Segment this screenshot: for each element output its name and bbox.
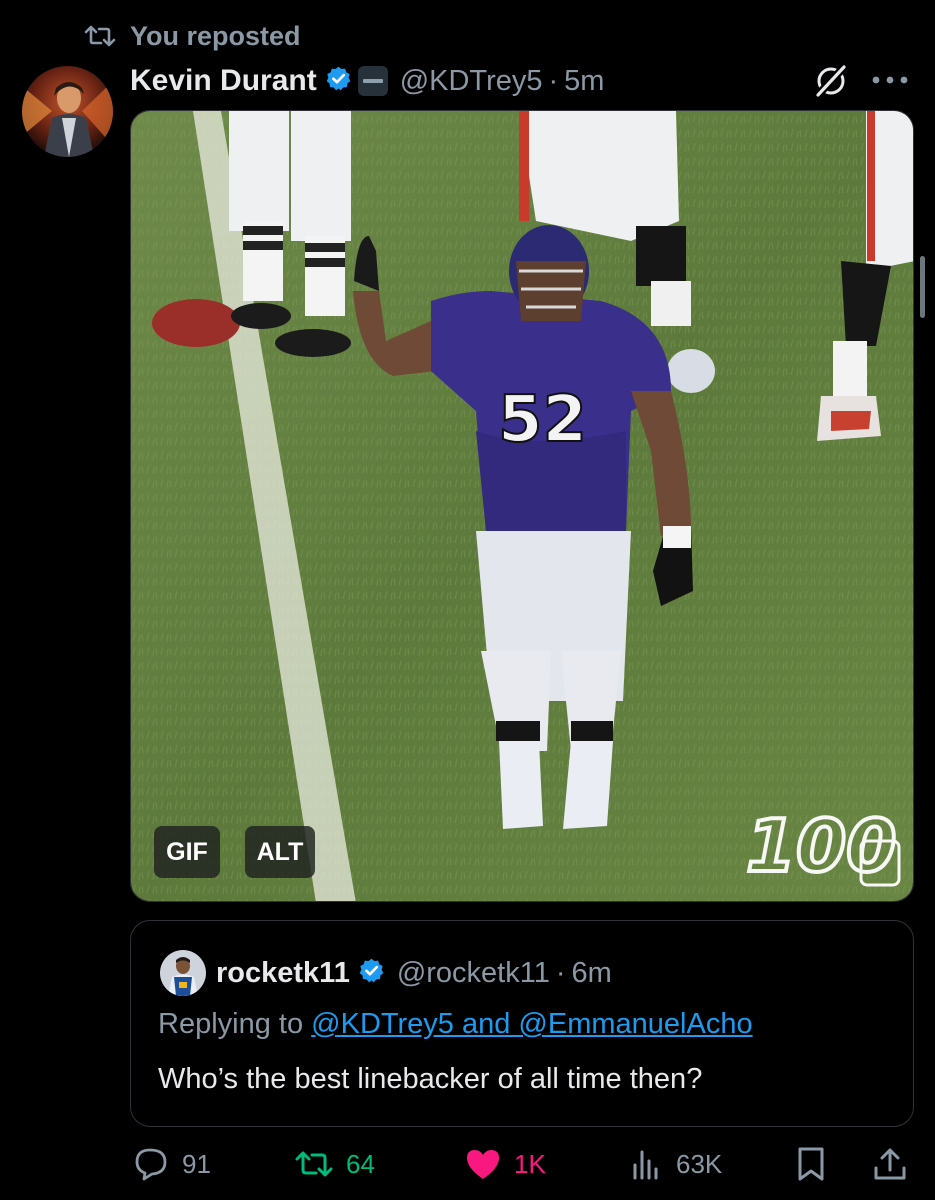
scrollbar-thumb[interactable] — [920, 256, 925, 318]
quoted-author-name[interactable]: rocketk11 — [216, 957, 350, 990]
replying-prefix: Replying to — [158, 1008, 312, 1040]
quoted-post-text: Who’s the best linebacker of all time th… — [158, 1063, 703, 1095]
post-media-gif[interactable]: 52 100 — [130, 110, 914, 902]
like-count: 1K — [514, 1148, 546, 1179]
reply-button[interactable]: 91 — [134, 1140, 211, 1188]
author-line: Kevin Durant @KDTrey5 · 5m — [130, 58, 604, 104]
repost-action-icon — [295, 1151, 333, 1177]
replying-to-line: Replying to @KDTrey5 and @EmmanuelAcho — [158, 1008, 753, 1041]
reply-icon — [135, 1148, 167, 1181]
quoted-author-avatar[interactable] — [160, 950, 206, 996]
heart-filled-icon — [467, 1150, 499, 1179]
gif-badge: GIF — [154, 826, 220, 878]
share-button[interactable] — [872, 1140, 908, 1188]
author-name[interactable]: Kevin Durant — [130, 64, 317, 98]
grok-icon[interactable] — [812, 62, 850, 105]
quoted-separator-dot: · — [555, 956, 566, 989]
repost-header: You reposted — [84, 18, 301, 54]
views-count: 63K — [676, 1148, 723, 1179]
views-button[interactable]: 63K — [630, 1140, 722, 1188]
post-time[interactable]: 5m — [564, 65, 604, 98]
repost-count: 64 — [346, 1148, 375, 1179]
alt-text-button[interactable]: ALT — [245, 826, 315, 878]
views-chart-icon — [633, 1150, 658, 1180]
repost-icon — [84, 25, 116, 47]
jersey-number: 52 — [498, 383, 587, 457]
like-button[interactable]: 1K — [464, 1140, 546, 1188]
boardroom-badge[interactable] — [357, 66, 388, 96]
separator-dot: · — [548, 64, 559, 97]
author-avatar[interactable] — [22, 66, 113, 157]
share-icon — [874, 1148, 906, 1180]
author-handle[interactable]: @KDTrey5 — [400, 65, 543, 98]
bookmark-icon — [798, 1147, 824, 1181]
more-options-icon[interactable] — [870, 72, 910, 93]
quoted-author-handle[interactable]: @rocketk11 — [397, 957, 550, 990]
quoted-author-line: rocketk11 @rocketk11 · 6m — [216, 950, 612, 996]
replying-mentions-link[interactable]: @KDTrey5 and @EmmanuelAcho — [311, 1008, 752, 1040]
repost-label: You reposted — [130, 20, 301, 51]
reply-count: 91 — [182, 1148, 211, 1179]
quoted-post-time[interactable]: 6m — [572, 957, 612, 990]
repost-button[interactable]: 64 — [294, 1140, 375, 1188]
bookmark-button[interactable] — [796, 1140, 826, 1188]
svg-text:100: 100 — [746, 804, 896, 888]
quoted-verified-badge-icon[interactable] — [358, 957, 385, 989]
verified-badge-icon[interactable] — [325, 65, 352, 97]
